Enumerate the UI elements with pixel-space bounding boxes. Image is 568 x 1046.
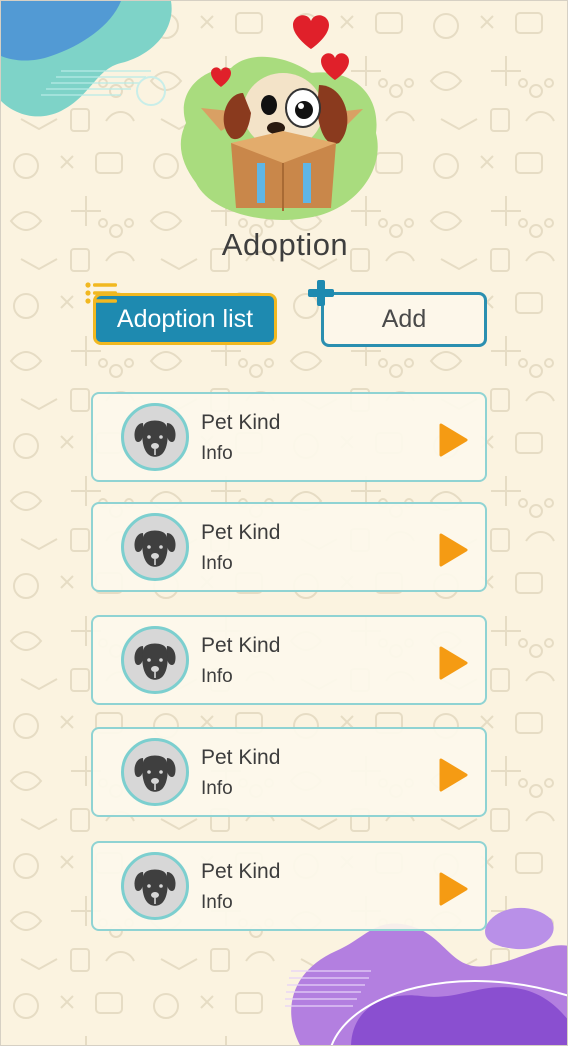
- pet-card[interactable]: Pet Kind Info: [91, 841, 487, 931]
- top-left-blob-decoration: [1, 1, 172, 117]
- dog-avatar-icon: [121, 738, 189, 806]
- pet-info-label: Info: [201, 553, 233, 574]
- play-arrow-icon[interactable]: [437, 532, 469, 568]
- pet-kind-label: Pet Kind: [201, 411, 281, 434]
- play-arrow-icon[interactable]: [437, 645, 469, 681]
- pet-kind-label: Pet Kind: [201, 746, 281, 769]
- play-arrow-icon[interactable]: [437, 422, 469, 458]
- pet-info-label: Info: [201, 443, 233, 464]
- pet-card[interactable]: Pet Kind Info: [91, 727, 487, 817]
- play-arrow-icon[interactable]: [437, 757, 469, 793]
- adoption-list-tab-label: Adoption list: [116, 304, 254, 333]
- pet-info-label: Info: [201, 892, 233, 913]
- pet-kind-label: Pet Kind: [201, 634, 281, 657]
- adoption-screen: Adoption Adoption list Add Pet Kind Info…: [0, 0, 568, 1046]
- pet-card[interactable]: Pet Kind Info: [91, 615, 487, 705]
- add-tab[interactable]: Add: [321, 292, 487, 347]
- dog-avatar-icon: [121, 626, 189, 694]
- dog-avatar-icon: [121, 403, 189, 471]
- pet-info-label: Info: [201, 778, 233, 799]
- dog-avatar-icon: [121, 852, 189, 920]
- add-tab-label: Add: [381, 305, 427, 333]
- dog-avatar-icon: [121, 513, 189, 581]
- pet-kind-label: Pet Kind: [201, 860, 281, 883]
- adoption-list-tab[interactable]: Adoption list: [93, 293, 277, 345]
- puppy-in-box-illustration: [180, 15, 378, 220]
- play-arrow-icon[interactable]: [437, 871, 469, 907]
- pet-card[interactable]: Pet Kind Info: [91, 502, 487, 592]
- page-title: Adoption: [221, 227, 349, 262]
- pet-kind-label: Pet Kind: [201, 521, 281, 544]
- plus-icon: [308, 280, 334, 306]
- pet-info-label: Info: [201, 666, 233, 687]
- list-icon: [85, 282, 117, 304]
- pet-card[interactable]: Pet Kind Info: [91, 392, 487, 482]
